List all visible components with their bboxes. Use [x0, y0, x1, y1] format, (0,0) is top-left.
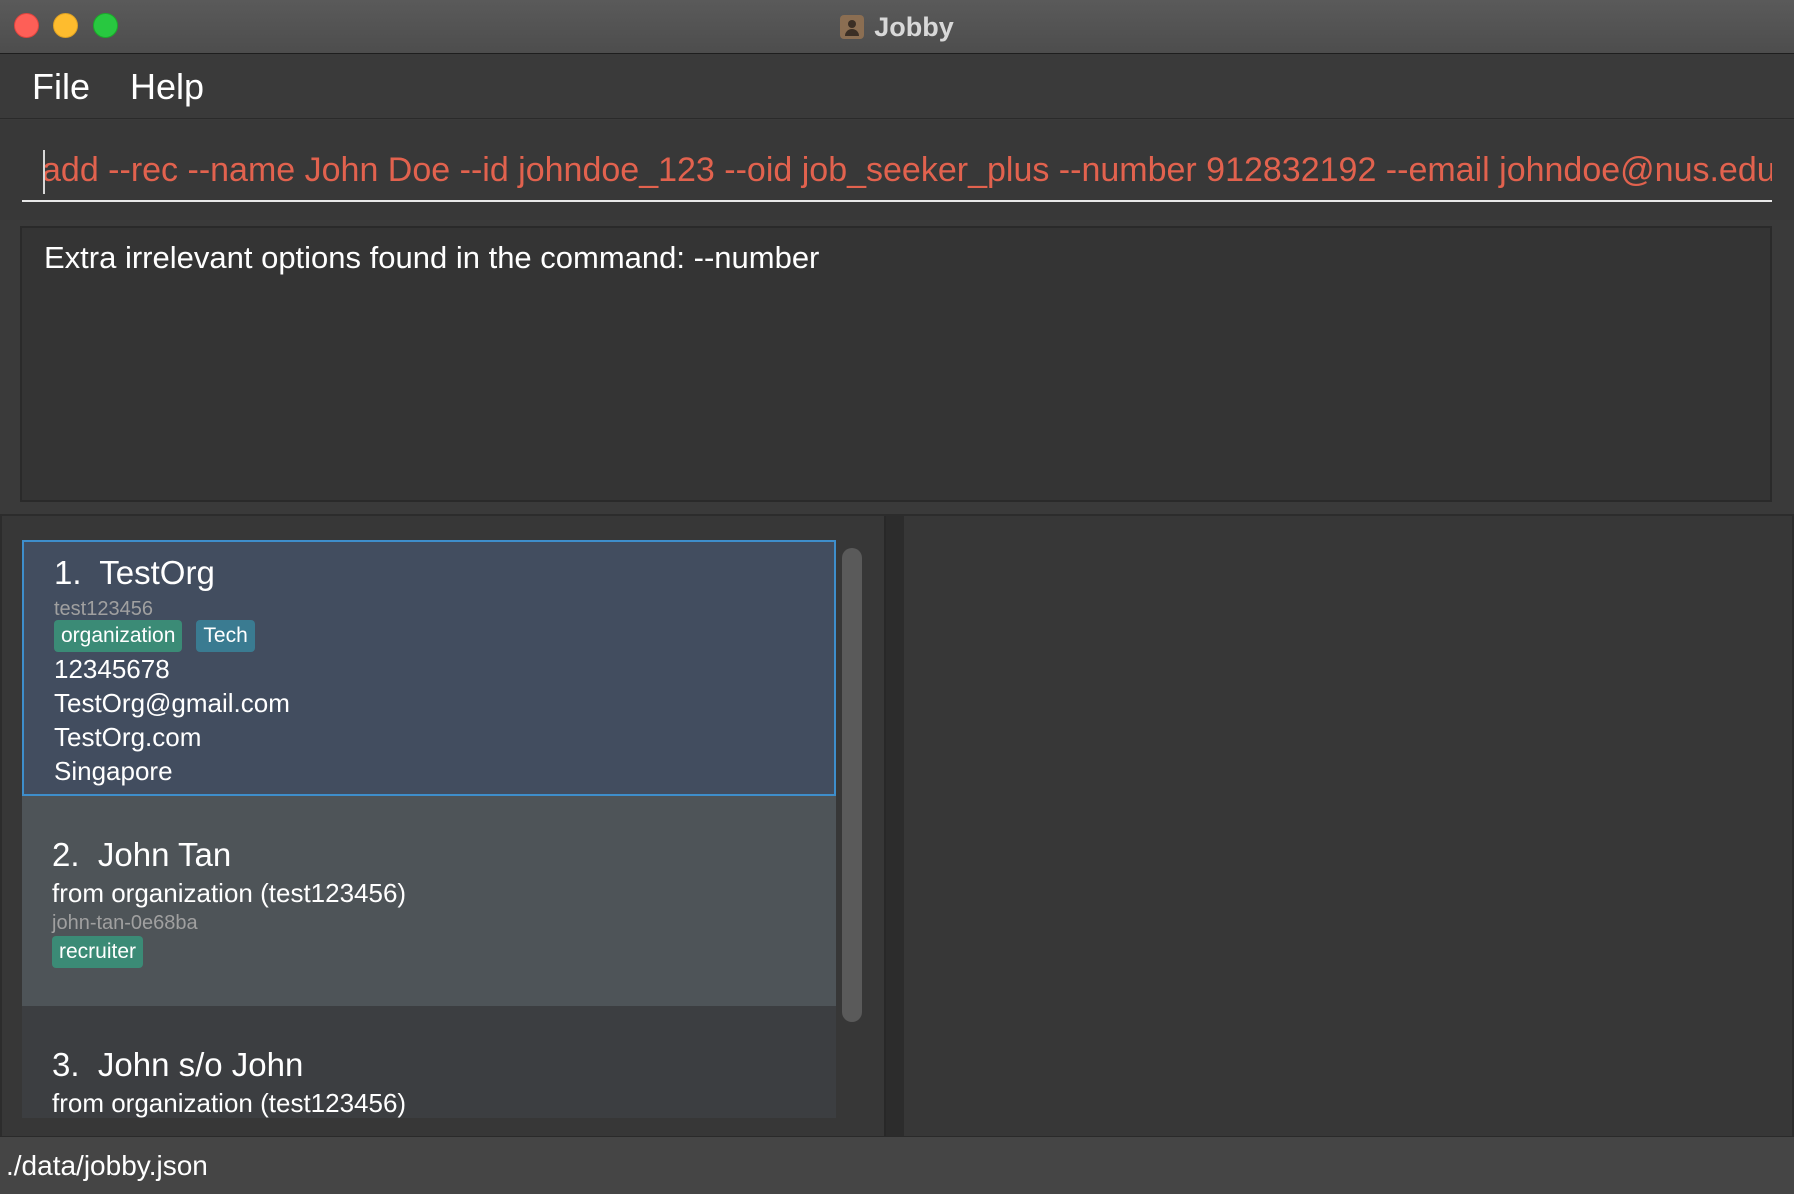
menu-help[interactable]: Help [130, 66, 204, 108]
contact-card[interactable]: 2. John Tan from organization (test12345… [22, 796, 836, 1006]
tag-list: organization Tech [54, 620, 255, 652]
contact-card[interactable]: 1. TestOrg test123456 organization Tech … [22, 540, 836, 796]
contact-card[interactable]: 3. John s/o John from organization (test… [22, 1006, 836, 1118]
tag: Tech [196, 620, 255, 652]
command-input[interactable]: add --rec --name John Doe --id johndoe_1… [22, 138, 1772, 202]
contact-address: Singapore [54, 756, 173, 786]
contact-url: TestOrg.com [54, 722, 202, 752]
contact-organization: from organization (test123456) [52, 1088, 407, 1118]
contact-list-scrollbar[interactable] [842, 548, 862, 1022]
contact-index: 1. [54, 554, 82, 591]
window-title-group: Jobby [0, 0, 1794, 54]
result-display[interactable]: Extra irrelevant options found in the co… [20, 226, 1772, 502]
contact-id: test123456 [54, 598, 153, 620]
contact-index: 2. [52, 836, 80, 873]
save-file-path: ./data/jobby.json [6, 1150, 208, 1181]
menu-bar: File Help [0, 55, 1794, 119]
contact-id: john-tan-0e68ba [52, 912, 198, 934]
result-message: Extra irrelevant options found in the co… [44, 240, 820, 275]
title-bar: Jobby [0, 0, 1794, 54]
contact-list[interactable]: 1. TestOrg test123456 organization Tech … [22, 540, 836, 1118]
tag-list: recruiter [52, 936, 144, 968]
tag: recruiter [52, 936, 144, 968]
contact-phone: 12345678 [54, 654, 170, 684]
text-caret [43, 150, 45, 194]
contact-name-text: TestOrg [99, 554, 215, 591]
contacts-icon [840, 15, 865, 39]
contact-name-text: John Tan [97, 836, 232, 873]
status-bar: ./data/jobby.json [0, 1136, 1794, 1194]
contact-organization: from organization (test123456) [52, 878, 407, 908]
tag: organization [54, 620, 183, 652]
command-box: add --rec --name John Doe --id johndoe_1… [0, 120, 1794, 220]
main-content: 1. TestOrg test123456 organization Tech … [0, 514, 1794, 1136]
contact-name-text: John s/o John [97, 1046, 304, 1083]
contact-name: 2. John Tan [52, 836, 231, 874]
contact-name: 3. John s/o John [52, 1046, 303, 1084]
contact-email: TestOrg@gmail.com [54, 688, 290, 718]
contact-index: 3. [52, 1046, 80, 1083]
contact-list-panel: 1. TestOrg test123456 organization Tech … [2, 516, 886, 1136]
app-window: Jobby File Help add --rec --name John Do… [0, 0, 1794, 1194]
menu-file[interactable]: File [32, 66, 90, 108]
contact-name: 1. TestOrg [54, 554, 215, 592]
command-text: add --rec --name John Doe --id johndoe_1… [42, 151, 1772, 189]
detail-panel [904, 516, 1792, 1136]
window-title: Jobby [874, 11, 954, 42]
